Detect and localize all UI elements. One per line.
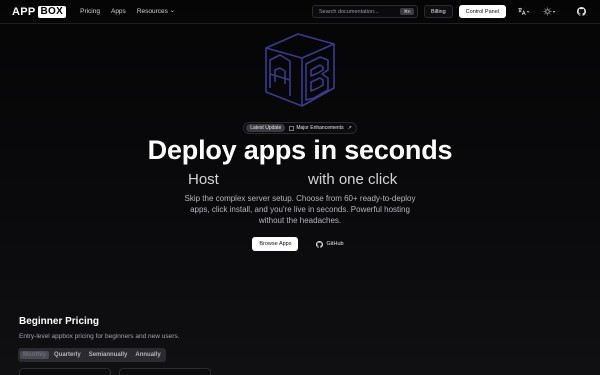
- pricing-card: [19, 368, 111, 375]
- billing-button[interactable]: Billing: [423, 5, 453, 18]
- appbox-logo[interactable]: APP BOX: [12, 5, 67, 18]
- github-icon: [316, 240, 324, 248]
- latest-update-badge[interactable]: Latest Update Major Enhancements ↗: [243, 122, 357, 134]
- badge-text: Major Enhancements: [296, 125, 344, 131]
- pricing-card: [119, 368, 211, 375]
- nav-link-resources-label: Resources: [136, 8, 168, 15]
- nav-link-resources[interactable]: Resources ⌄: [136, 7, 175, 16]
- pricing-title: Beginner Pricing: [19, 316, 100, 327]
- nav-link-apps[interactable]: Apps: [111, 8, 126, 15]
- github-button[interactable]: GitHub: [312, 237, 347, 251]
- chevron-down-icon: ▾: [526, 9, 529, 14]
- hero-title: Deploy apps in seconds: [147, 135, 453, 165]
- hero-subtitle-oneclick: with one click: [308, 171, 398, 188]
- search-placeholder: Search documentation...: [318, 8, 379, 15]
- tab-semiannually[interactable]: Semiannually: [86, 351, 131, 359]
- latest-update-label: Latest Update: [246, 124, 286, 132]
- search-shortcut: ⌘K: [400, 8, 414, 15]
- github-icon: [576, 7, 586, 16]
- translate-icon: [518, 7, 526, 16]
- theme-switcher[interactable]: ▾: [542, 7, 556, 16]
- chevron-down-icon: ▾: [552, 9, 555, 14]
- appbox-cube-logo: [265, 33, 335, 107]
- search-input[interactable]: Search documentation... ⌘K: [311, 5, 418, 18]
- nav-link-pricing[interactable]: Pricing: [80, 8, 100, 15]
- theme-icon: [543, 7, 552, 16]
- github-button-label: GitHub: [326, 241, 344, 247]
- billing-period-tabs: Monthly Quarterly Semiannually Annually: [18, 348, 166, 362]
- external-link-icon: ↗: [347, 125, 352, 131]
- control-panel-button[interactable]: Control Panel: [458, 5, 506, 18]
- chevron-down-icon: ⌄: [169, 7, 175, 14]
- github-link[interactable]: [574, 7, 588, 16]
- browse-apps-button[interactable]: Browse Apps: [252, 237, 299, 251]
- pricing-description: Entry-level appbox pricing for beginners…: [19, 333, 180, 340]
- tab-monthly[interactable]: Monthly: [20, 351, 49, 359]
- tab-quarterly[interactable]: Quarterly: [51, 351, 84, 359]
- hero-subtitle: Host with one click: [0, 171, 600, 191]
- logo-text-box: BOX: [37, 5, 67, 18]
- logo-text-app: APP: [12, 5, 36, 18]
- language-switcher[interactable]: ▾: [516, 7, 530, 16]
- hero-description: Skip the complex server setup. Choose fr…: [184, 194, 416, 225]
- sparkle-icon: [289, 125, 295, 131]
- top-navbar: APP BOX Pricing Apps Resources ⌄ Search …: [0, 0, 600, 24]
- hero-subtitle-host: Host: [188, 171, 219, 188]
- tab-annually[interactable]: Annually: [132, 351, 163, 359]
